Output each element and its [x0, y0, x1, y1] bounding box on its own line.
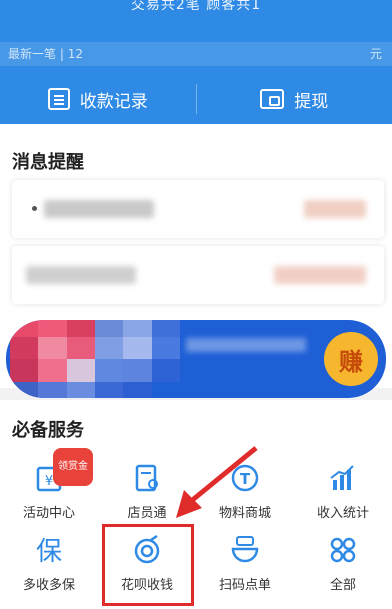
clerk-icon [129, 460, 165, 496]
coin-badge: 赚 [324, 332, 378, 386]
promo-banner[interactable]: 赚 [6, 320, 386, 398]
annotation-arrow [176, 446, 258, 518]
bar-chart-icon [325, 460, 361, 496]
message-item[interactable] [12, 180, 384, 238]
service-all[interactable]: 全部 [294, 532, 392, 600]
latest-value: 12 [67, 47, 83, 61]
service-label: 多收多保 [22, 578, 75, 593]
highlight-box [102, 524, 194, 606]
service-label: 扫码点单 [218, 578, 271, 593]
blurred-text [26, 266, 136, 284]
document-icon [47, 88, 70, 110]
insurance-icon: 保 [31, 532, 67, 568]
service-activity-center[interactable]: ¥ 领赏金 活动中心 [0, 448, 98, 528]
latest-label: 最新一笔 [8, 47, 57, 61]
bullet [32, 206, 37, 211]
svg-text:保: 保 [36, 537, 62, 567]
reward-badge: 领赏金 [53, 448, 93, 486]
grid-icon [325, 532, 361, 568]
service-insurance[interactable]: 保 多收多保 [0, 532, 98, 600]
latest-separator: | [59, 47, 68, 61]
ticket-icon: ¥ 领赏金 [31, 448, 93, 496]
service-scan-order[interactable]: 扫码点单 [196, 532, 294, 600]
svg-text:¥: ¥ [45, 474, 53, 489]
header: 交易共2笔 顾客共1 最新一笔 | 12 元 收款记录 提现 [0, 0, 392, 124]
header-actions: 收款记录 提现 [0, 78, 392, 120]
receipt-records-button[interactable]: 收款记录 [0, 78, 196, 120]
service-label: 收入统计 [316, 506, 369, 521]
messages-title: 消息提醒 [12, 152, 84, 173]
pixelated-image [10, 320, 180, 398]
latest-unit: 元 [369, 47, 382, 61]
blurred-text [44, 200, 154, 218]
withdraw-button[interactable]: 提现 [197, 78, 392, 120]
service-income-stats[interactable]: 收入统计 [294, 460, 392, 528]
bowl-icon [227, 532, 263, 568]
transaction-stats: 交易共2笔 顾客共1 [130, 0, 262, 13]
withdraw-label: 提现 [294, 91, 329, 112]
wallet-icon [260, 89, 285, 109]
services-title: 必备服务 [12, 420, 84, 441]
latest-transaction[interactable]: 最新一笔 | 12 元 [0, 42, 392, 66]
service-label: 活动中心 [22, 506, 75, 521]
message-item[interactable] [12, 246, 384, 304]
blurred-amount [274, 266, 366, 284]
service-label: 全部 [329, 578, 356, 593]
blurred-banner-text [186, 338, 306, 352]
blurred-amount [304, 200, 366, 218]
receipt-records-label: 收款记录 [79, 91, 148, 112]
